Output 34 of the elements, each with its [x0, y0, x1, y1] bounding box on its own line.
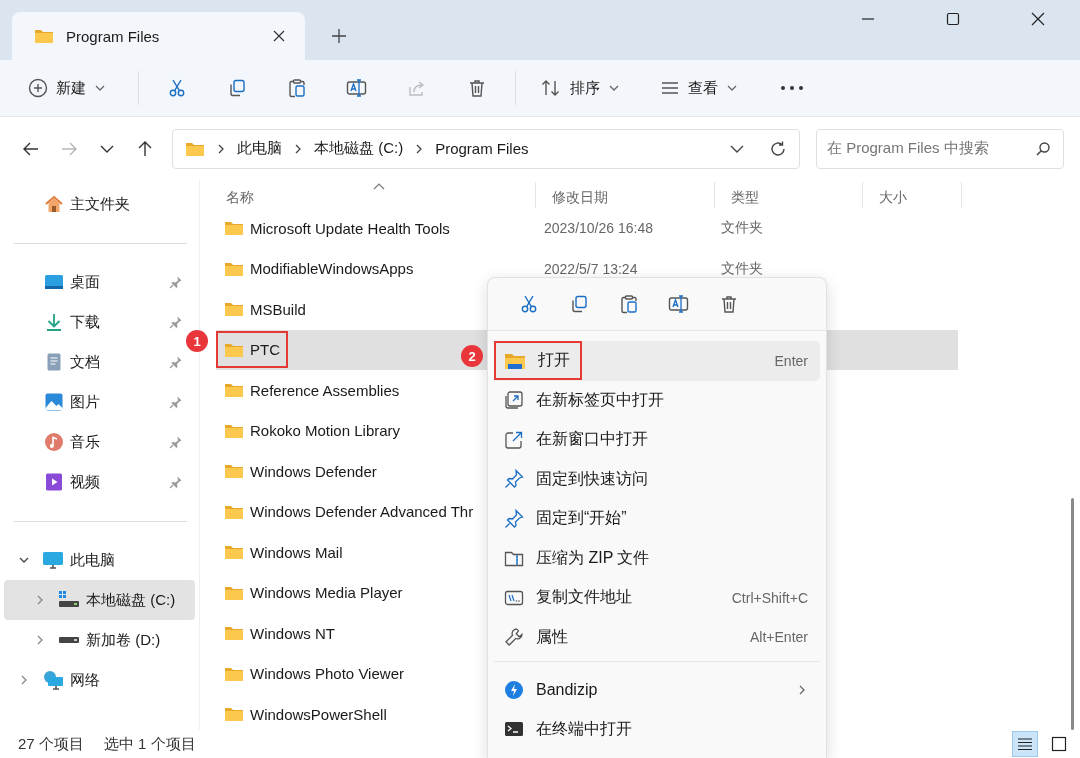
file-name: Windows Defender Advanced Thr — [216, 493, 482, 531]
menu-label: 压缩为 ZIP 文件 — [494, 538, 662, 578]
file-name: Windows Media Player — [216, 574, 411, 612]
file-name: Windows Defender — [216, 452, 385, 490]
menu-label: 固定到“开始” — [494, 499, 639, 539]
menu-label: 复制文件地址 — [494, 578, 644, 618]
shortcut-text: Ctrl+Shift+C — [731, 589, 808, 606]
file-name: Windows NT — [216, 614, 343, 652]
date-cell-text: 2023/10/26 16:48 — [543, 220, 654, 237]
date-cell-text: 2022/5/7 13:24 — [543, 260, 639, 277]
file-name: WindowsPowerShell — [216, 695, 395, 730]
menu-label: 打开 — [494, 341, 582, 381]
shortcut-text: Enter — [774, 352, 808, 369]
item-count: 27 个项目 — [18, 734, 84, 754]
menu-label: Bandizip — [494, 670, 610, 709]
file-name: Windows Photo Viewer — [216, 655, 412, 693]
step-number-badge: 1 — [186, 330, 208, 352]
selection-count: 选中 1 个项目 — [103, 734, 196, 754]
file-name: ModifiableWindowsApps — [216, 250, 422, 288]
menu-label: 在新窗口中打开 — [494, 420, 660, 460]
file-name: PTC — [216, 331, 288, 369]
file-name: Rokoko Motion Library — [216, 412, 409, 450]
file-name: Reference Assemblies — [216, 371, 408, 409]
menu-label: 在新标签页中打开 — [494, 380, 676, 420]
tab-title: Program Files — [66, 27, 161, 45]
type-cell-text: 文件夹 — [720, 259, 764, 278]
menu-label: 属性 — [494, 617, 580, 657]
shortcut-text: Alt+Enter — [750, 629, 808, 646]
menu-label: 在终端中打开 — [494, 709, 644, 749]
file-name: Microsoft Update Health Tools — [216, 209, 458, 247]
file-name: MSBuild — [216, 290, 314, 328]
type-cell-text: 文件夹 — [720, 219, 764, 238]
menu-label: 固定到快速访问 — [494, 459, 660, 499]
file-name: Windows Mail — [216, 533, 351, 571]
